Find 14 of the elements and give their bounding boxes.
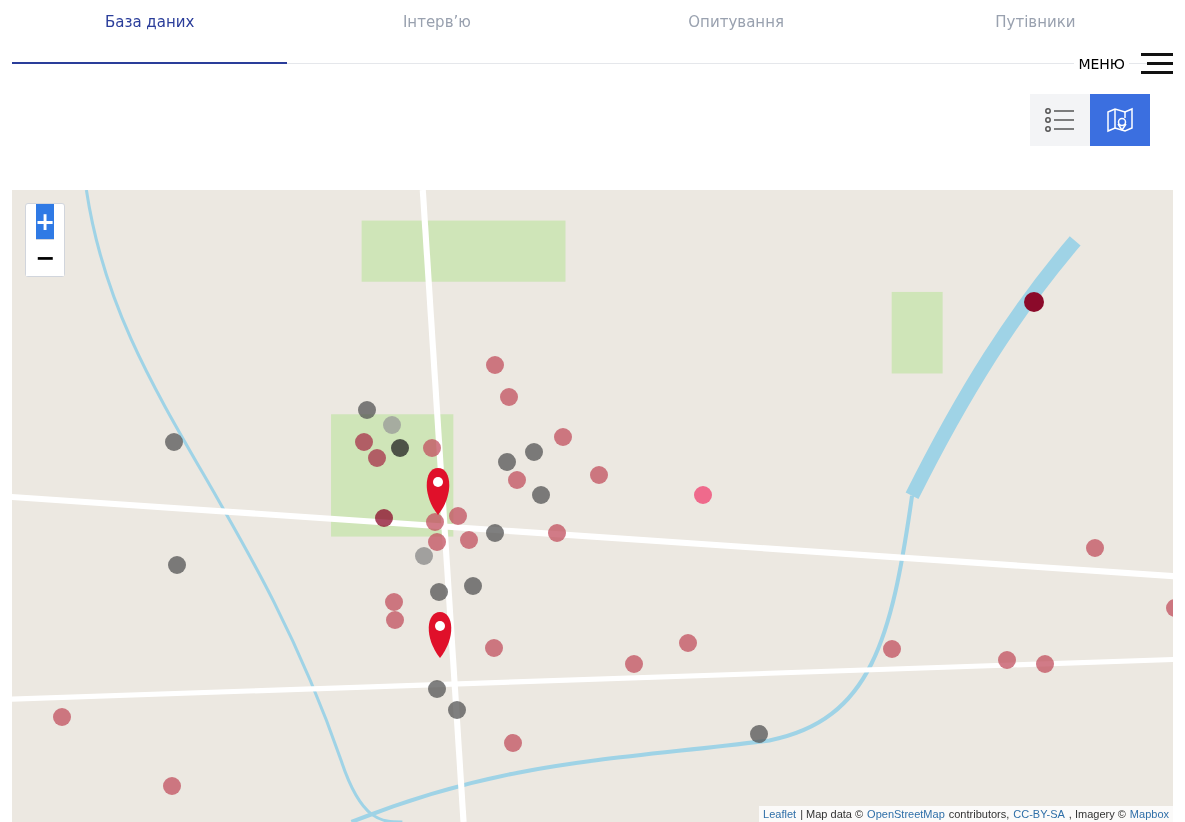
attribution-link[interactable]: Mapbox — [1129, 806, 1169, 822]
tab[interactable]: База даних — [12, 8, 288, 64]
attribution-link[interactable]: OpenStreetMap — [867, 806, 945, 822]
attribution-link[interactable]: Leaflet — [763, 806, 797, 822]
attribution-text: , Imagery © — [1068, 807, 1126, 822]
attribution-text: contributors, — [948, 807, 1010, 822]
menu-icon[interactable] — [1141, 52, 1173, 76]
list-view-button[interactable] — [1030, 94, 1090, 146]
zoom-in-button[interactable]: + — [36, 204, 54, 240]
attribution-link[interactable]: CC-BY-SA — [1013, 806, 1065, 822]
map-pin-icon — [1106, 106, 1134, 134]
list-icon — [1045, 107, 1075, 133]
attribution-text: | Map data © — [800, 807, 864, 822]
map-view-button[interactable] — [1090, 94, 1150, 146]
